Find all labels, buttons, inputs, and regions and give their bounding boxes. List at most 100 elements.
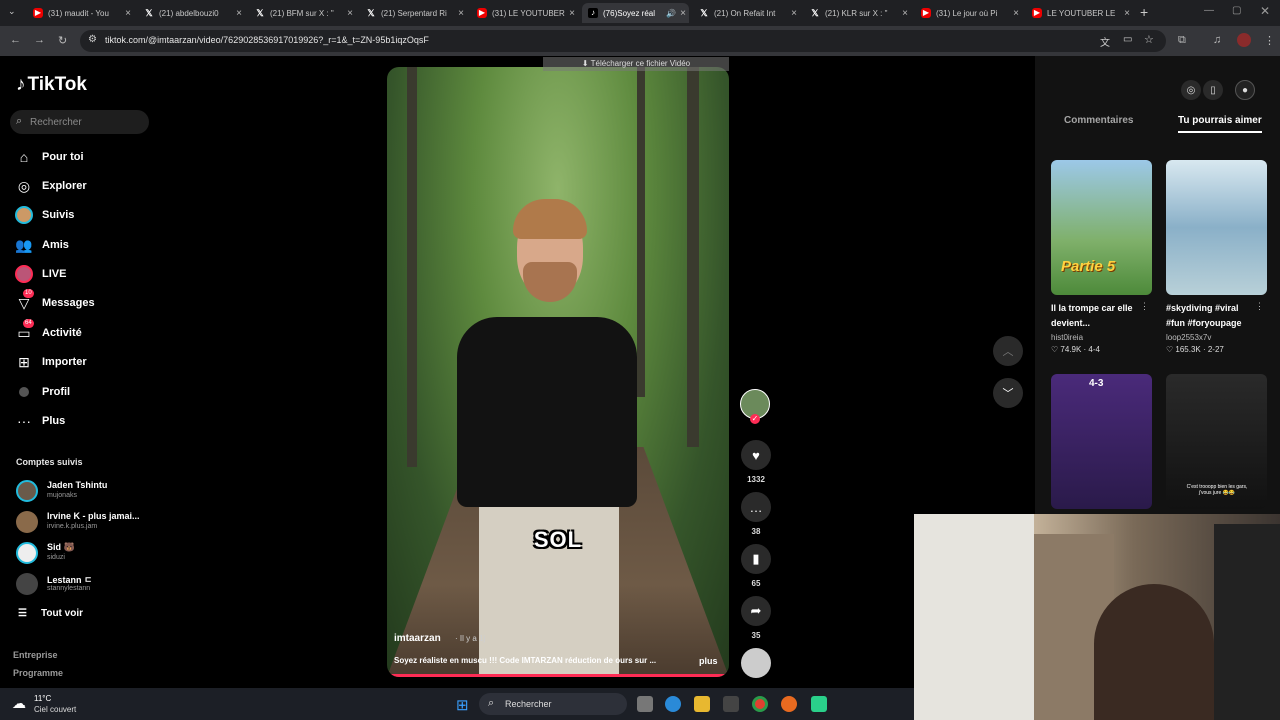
browser-tab-active[interactable]: ♪ (76)Soyez réal 🔊 × <box>582 3 689 23</box>
bookmark-star-icon[interactable]: ☆ <box>1144 33 1154 46</box>
nav-live[interactable]: LIVE <box>14 264 154 284</box>
more-options-icon[interactable]: ⋮ <box>1140 301 1149 312</box>
nav-profile[interactable]: Profil <box>14 382 154 402</box>
followed-account[interactable]: Sid 🐻 siduzi <box>16 540 156 564</box>
task-view-icon[interactable] <box>637 696 653 712</box>
suggested-video-card[interactable]: #skydiving #viral #fun #foryoupage loop2… <box>1166 160 1267 354</box>
share-button[interactable]: ➦ 35 <box>740 596 772 640</box>
edge-icon[interactable] <box>665 696 681 712</box>
x-icon: 𝕏 <box>145 8 153 18</box>
see-all-link[interactable]: ☰ Tout voir <box>18 608 83 619</box>
extensions-icon[interactable]: ⧉ <box>1178 34 1186 47</box>
nav-following[interactable]: Suivis <box>14 205 154 225</box>
close-tab-icon[interactable]: × <box>899 8 911 19</box>
followed-account[interactable]: Lestann ㄷ stannylestann <box>16 571 156 595</box>
browser-tab[interactable]: 𝕏 (21) Serpentard Ri × <box>360 3 467 23</box>
suggested-video-card[interactable]: C'est trooopp bien les gars, j'vous jure… <box>1166 374 1267 509</box>
nav-more[interactable]: ··· Plus <box>14 411 154 431</box>
minimize-icon[interactable]: — <box>1204 5 1214 16</box>
file-explorer-icon[interactable] <box>694 696 710 712</box>
close-tab-icon[interactable]: × <box>566 8 578 19</box>
footer-link-program[interactable]: Programme <box>13 668 63 678</box>
nav-messages[interactable]: ▽ 10 Messages <box>14 289 154 313</box>
browser-tab[interactable]: 𝕏 (21) On Refait Int × <box>693 3 800 23</box>
reload-icon[interactable]: ↻ <box>58 34 67 47</box>
nav-friends[interactable]: 👥 Amis <box>14 235 154 255</box>
tab-suggestions[interactable]: Tu pourrais aimer <box>1178 115 1262 126</box>
nav-explore[interactable]: ◎ Explorer <box>14 176 154 196</box>
address-bar[interactable]: ⚙ tiktok.com/@imtaarzan/video/7629028536… <box>80 30 1166 52</box>
menu-kebab-icon[interactable]: ⋮ <box>1264 34 1275 47</box>
site-info-icon[interactable]: ⚙ <box>88 34 97 45</box>
chrome-icon[interactable] <box>752 696 768 712</box>
browser-tab[interactable]: ▶ LE YOUTUBER LE × <box>1026 3 1133 23</box>
device-icon[interactable]: ▯ <box>1203 80 1223 100</box>
nav-activity[interactable]: ▭ 64 Activité <box>14 319 154 343</box>
profile-avatar[interactable] <box>1237 33 1251 47</box>
app-icon[interactable] <box>811 696 827 712</box>
save-button[interactable]: ▮ 65 <box>740 544 772 588</box>
followed-account[interactable]: Jaden Tshintu mujonaks <box>16 478 156 502</box>
close-tab-icon[interactable]: × <box>344 8 356 19</box>
browser-tab[interactable]: ▶ (31) LE YOUTUBER × <box>471 3 578 23</box>
close-window-icon[interactable]: ✕ <box>1260 4 1270 18</box>
url-text[interactable]: tiktok.com/@imtaarzan/video/762902853691… <box>105 35 429 45</box>
like-button[interactable]: ♥ 1332 <box>740 440 772 484</box>
new-tab-icon[interactable]: + <box>1140 4 1148 20</box>
cast-icon[interactable]: ▭ <box>1123 34 1132 45</box>
gaming-chair <box>1214 524 1280 720</box>
media-icon[interactable]: ♫ <box>1213 34 1221 46</box>
download-banner[interactable]: ⬇ Télécharger ce fichier Vidéo <box>543 57 729 71</box>
tiktok-logo[interactable]: ♪ TikTok <box>16 74 87 96</box>
maximize-icon[interactable]: ▢ <box>1232 5 1241 16</box>
close-tab-icon[interactable]: × <box>1010 8 1022 19</box>
audio-icon[interactable]: 🔊 <box>665 9 677 18</box>
nav-upload[interactable]: ⊞ Importer <box>14 352 154 372</box>
weather-description[interactable]: Ciel couvert <box>34 705 76 714</box>
tab-comments[interactable]: Commentaires <box>1064 115 1133 126</box>
firefox-icon[interactable] <box>781 696 797 712</box>
video-thumbnail <box>1166 160 1267 295</box>
close-tab-icon[interactable]: × <box>788 8 800 19</box>
account-avatar[interactable]: ● <box>1235 80 1255 100</box>
followed-account[interactable]: Irvine K - plus jamai... irvine.k.plus.ja… <box>16 509 156 533</box>
video-player[interactable]: SOL imtaarzan · Il y a 1j Soyez réaliste… <box>387 67 729 677</box>
close-tab-icon[interactable]: × <box>1121 8 1133 19</box>
weather-icon[interactable]: ☁ <box>12 695 26 712</box>
search-input[interactable]: ⌕ Rechercher <box>10 110 149 134</box>
previous-video-button[interactable]: ︿ <box>993 336 1023 366</box>
store-icon[interactable] <box>723 696 739 712</box>
close-tab-icon[interactable]: × <box>677 8 689 19</box>
browser-tab[interactable]: ▶ (31) maudit - You × <box>27 3 134 23</box>
comment-button[interactable]: … 38 <box>740 492 772 536</box>
translate-icon[interactable]: 文 <box>1100 34 1110 49</box>
next-video-button[interactable]: ﹀ <box>993 378 1023 408</box>
video-progress-bar[interactable] <box>387 674 726 677</box>
taskbar-search[interactable]: ⌕ Rechercher <box>479 693 627 715</box>
follow-plus-icon[interactable]: ✓ <box>750 414 760 424</box>
nav-for-you[interactable]: ⌂ Pour toi <box>14 147 154 167</box>
video-thumbnail: C'est trooopp bien les gars, j'vous jure… <box>1166 374 1267 509</box>
browser-tab[interactable]: 𝕏 (21) BFM sur X : " × <box>249 3 356 23</box>
footer-link-business[interactable]: Entreprise <box>13 650 58 660</box>
close-tab-icon[interactable]: × <box>455 8 467 19</box>
suggested-video-card[interactable]: Partie 5 Il la trompe car elle devient..… <box>1051 160 1152 354</box>
live-icon <box>14 265 34 283</box>
windows-start-icon[interactable]: ⊞ <box>456 696 469 714</box>
tab-list-icon[interactable]: ⌄ <box>8 6 16 17</box>
weather-temperature[interactable]: 11°C <box>34 694 51 703</box>
compass-icon[interactable]: ◎ <box>1181 80 1201 100</box>
browser-tab[interactable]: ▶ (31) Le jour où Pi × <box>915 3 1022 23</box>
video-author[interactable]: imtaarzan <box>394 633 441 644</box>
forward-icon[interactable]: → <box>34 34 45 46</box>
browser-tab[interactable]: 𝕏 (21) abdelbouzi0 × <box>138 3 245 23</box>
back-icon[interactable]: ← <box>10 34 21 46</box>
close-tab-icon[interactable]: × <box>122 8 134 19</box>
suggested-video-card[interactable]: 4-3 <box>1051 374 1152 509</box>
music-disc-icon[interactable] <box>741 648 771 678</box>
browser-tab[interactable]: 𝕏 (21) KLR sur X : " × <box>804 3 911 23</box>
more-options-icon[interactable]: ⋮ <box>1255 301 1264 312</box>
more-button[interactable]: plus <box>699 656 718 666</box>
following-avatar-icon <box>14 206 34 224</box>
close-tab-icon[interactable]: × <box>233 8 245 19</box>
